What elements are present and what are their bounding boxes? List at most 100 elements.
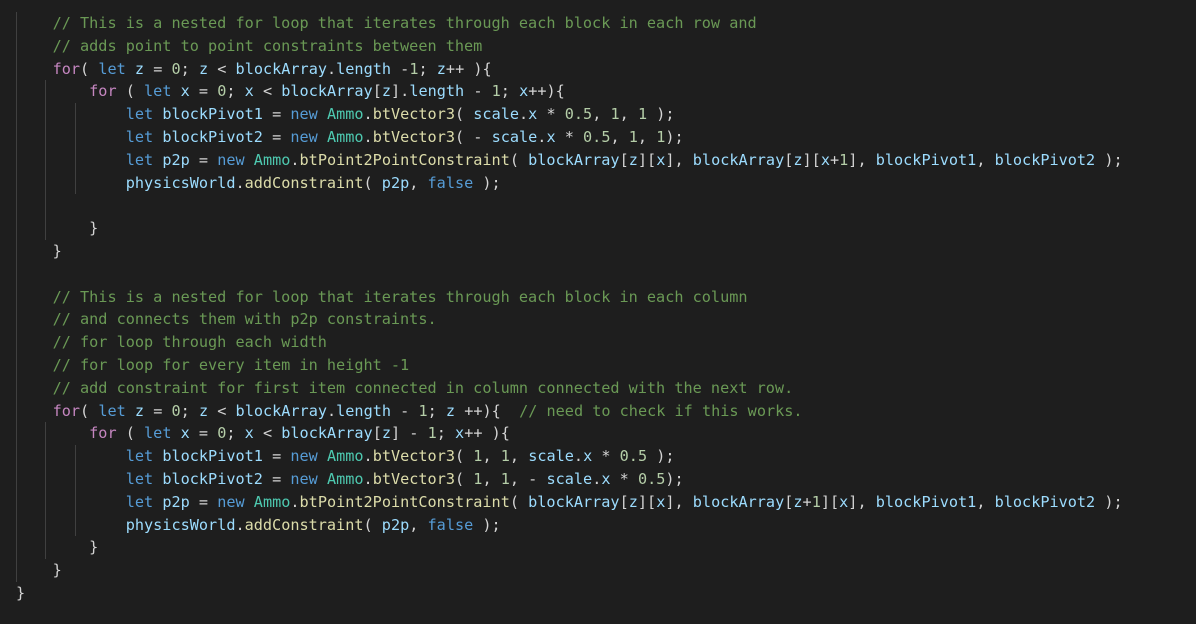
code-line[interactable]: let blockPivot2 = new Ammo.btVector3( 1,… — [0, 468, 1123, 491]
code-line[interactable]: // adds point to point constraints betwe… — [0, 35, 1123, 58]
code-token-function: btPoint2PointConstraint — [299, 150, 510, 169]
code-line[interactable]: physicsWorld.addConstraint( p2p, false )… — [0, 514, 1123, 537]
code-token-plain: = — [144, 401, 172, 420]
code-token-plain: } — [52, 561, 62, 580]
code-line[interactable]: // add constraint for first item connect… — [0, 377, 1123, 400]
code-line[interactable]: let blockPivot1 = new Ammo.btVector3( sc… — [0, 103, 1123, 126]
code-token-variable: z — [381, 82, 392, 101]
code-token-plain: ( — [116, 82, 145, 101]
code-token-comment: // and connects them with p2p constraint… — [52, 310, 437, 329]
code-editor[interactable]: // This is a nested for loop that iterat… — [0, 0, 1196, 624]
code-token-variable: x — [180, 82, 190, 101]
code-line[interactable]: // This is a nested for loop that iterat… — [0, 286, 1123, 309]
code-token-variable: x — [519, 82, 529, 101]
code-token-plain: - — [391, 59, 410, 78]
code-token-plain: ; — [418, 59, 437, 78]
code-line[interactable] — [0, 263, 1123, 286]
code-token-plain: ], — [848, 150, 876, 169]
code-token-variable: blockArray — [528, 492, 620, 511]
code-view[interactable]: // This is a nested for loop that iterat… — [0, 12, 1123, 605]
code-token-variable: length — [336, 401, 392, 420]
code-token-comment: // This is a nested for loop that iterat… — [52, 14, 757, 32]
code-token-function: addConstraint — [244, 515, 364, 534]
code-line[interactable] — [0, 194, 1123, 217]
code-token-comment: // This is a nested for loop that iterat… — [52, 287, 748, 306]
code-line[interactable]: for( let z = 0; z < blockArray.length - … — [0, 400, 1123, 423]
code-line[interactable]: physicsWorld.addConstraint( p2p, false )… — [0, 172, 1123, 195]
code-token-variable: p2p — [162, 492, 190, 511]
code-token-plain: ; — [226, 82, 245, 101]
code-token-plain: [ — [619, 150, 629, 169]
code-token-storage: false — [427, 173, 474, 192]
code-token-plain: = — [189, 492, 218, 511]
code-token-plain: ); — [665, 469, 684, 488]
code-line[interactable]: // for loop for every item in height -1 — [0, 354, 1123, 377]
code-token-class: Ammo — [253, 150, 291, 169]
code-token-plain: . — [363, 447, 373, 466]
code-token-storage: let — [125, 127, 154, 146]
code-line[interactable]: // This is a nested for loop that iterat… — [0, 12, 1123, 35]
code-token-plain: ( — [509, 492, 529, 511]
code-token-plain: * — [610, 469, 638, 488]
code-token-plain: . — [519, 105, 529, 124]
code-line[interactable]: // and connects them with p2p constraint… — [0, 308, 1123, 331]
code-token-variable: x — [244, 424, 254, 443]
code-line[interactable]: } — [0, 559, 1123, 582]
code-line[interactable]: } — [0, 217, 1123, 240]
code-line[interactable]: for ( let x = 0; x < blockArray[z].lengt… — [0, 80, 1123, 103]
code-token-variable: blockPivot2 — [162, 127, 263, 146]
code-token-plain: ( — [454, 105, 474, 124]
code-token-number: 1 — [418, 401, 428, 420]
code-token-plain: [ — [372, 82, 382, 101]
code-token-plain: ); — [1095, 150, 1123, 169]
code-token-storage: let — [125, 492, 154, 511]
code-token-comment: // need to check if this works. — [519, 401, 803, 420]
code-line[interactable]: } — [0, 536, 1123, 559]
code-token-plain: = — [189, 150, 218, 169]
code-token-plain: . — [326, 401, 337, 420]
code-token-storage: new — [290, 447, 318, 466]
code-line[interactable]: } — [0, 240, 1123, 263]
code-line[interactable]: for ( let x = 0; x < blockArray[z] - 1; … — [0, 422, 1123, 445]
code-token-plain: ; — [180, 401, 199, 420]
code-line[interactable]: let blockPivot1 = new Ammo.btVector3( 1,… — [0, 445, 1123, 468]
code-line[interactable]: let p2p = new Ammo.btPoint2PointConstrai… — [0, 491, 1123, 514]
code-token-plain: , — [592, 105, 611, 124]
code-token-keyword: for — [89, 82, 117, 101]
code-token-number: 0 — [171, 401, 181, 420]
code-token-variable: physicsWorld — [125, 515, 236, 534]
code-token-storage: new — [217, 492, 245, 511]
code-line[interactable]: let p2p = new Ammo.btPoint2PointConstrai… — [0, 149, 1123, 172]
code-token-comment: // for loop for every item in height -1 — [52, 355, 410, 374]
code-token-number: 0.5 — [583, 127, 611, 146]
code-line[interactable]: // for loop through each width — [0, 331, 1123, 354]
code-token-plain: ++){ — [528, 82, 565, 101]
code-token-plain: < — [253, 82, 282, 101]
code-token-variable: z — [198, 59, 209, 78]
code-token-plain: * — [592, 447, 620, 466]
code-token-plain: = — [262, 447, 291, 466]
code-line[interactable]: } — [0, 582, 1123, 605]
code-token-number: 0.5 — [564, 105, 593, 124]
code-token-plain: * — [555, 127, 584, 146]
code-line[interactable]: let blockPivot2 = new Ammo.btVector3( - … — [0, 126, 1123, 149]
code-token-plain: + — [829, 150, 840, 169]
code-token-variable: z — [198, 401, 209, 420]
code-line[interactable]: for( let z = 0; z < blockArray.length -1… — [0, 58, 1123, 81]
code-token-plain: ( — [363, 173, 382, 192]
code-token-plain: , — [482, 447, 501, 466]
code-token-plain: ); — [1095, 492, 1123, 511]
code-token-storage: let — [144, 82, 172, 101]
